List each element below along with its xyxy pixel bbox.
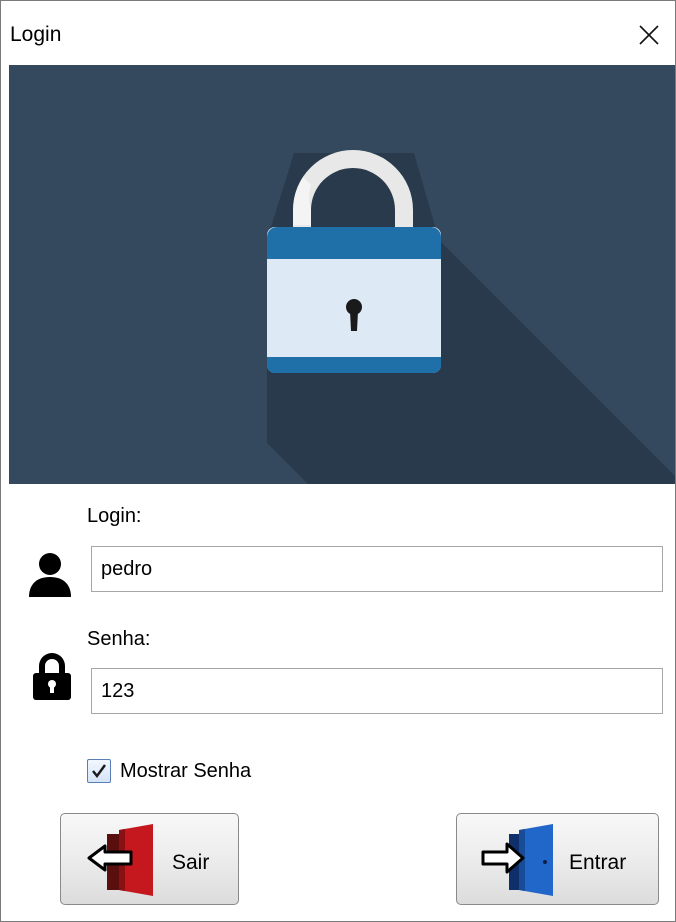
show-password-checkbox[interactable]: [87, 759, 111, 783]
login-label: Login:: [87, 505, 142, 527]
exit-button-label: Sair: [172, 851, 210, 874]
password-input[interactable]: [91, 668, 663, 714]
enter-door-icon: [481, 824, 553, 896]
title-bar: Login: [1, 1, 675, 65]
close-button[interactable]: [629, 15, 669, 55]
login-window: Login Login: Senha:: [0, 0, 676, 922]
banner-image: [9, 65, 675, 484]
lock-icon: [33, 653, 71, 700]
exit-button[interactable]: Sair: [60, 813, 239, 905]
show-password-label: Mostrar Senha: [120, 759, 252, 782]
window-title: Login: [10, 23, 62, 46]
login-input[interactable]: [91, 546, 663, 592]
exit-door-icon: [87, 824, 153, 896]
show-password-toggle[interactable]: Mostrar Senha: [87, 755, 251, 787]
enter-button[interactable]: Entrar: [456, 813, 659, 905]
user-icon: [29, 553, 71, 597]
enter-button-label: Entrar: [569, 851, 627, 874]
padlock-icon: [267, 150, 675, 484]
password-label: Senha:: [87, 628, 151, 650]
checkmark-icon: [92, 764, 106, 778]
close-icon: [639, 25, 659, 45]
